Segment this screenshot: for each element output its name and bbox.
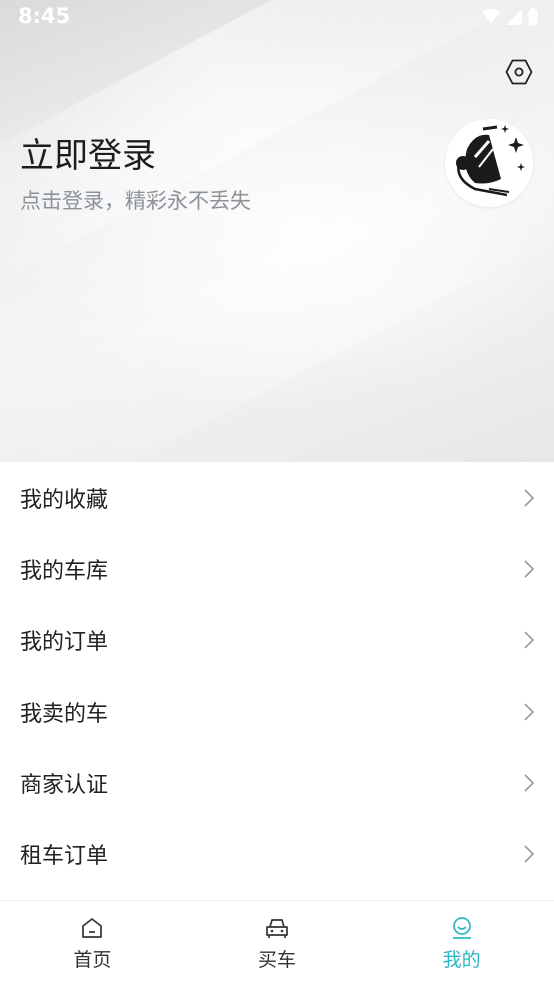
tab-label: 我的	[442, 949, 481, 971]
tab-home[interactable]: 首页	[0, 901, 185, 984]
menu-item-label: 商家认证	[20, 772, 109, 798]
tab-mine[interactable]: 我的	[369, 901, 554, 984]
status-bar: 8:45	[0, 0, 554, 36]
menu-item-merchant-certification[interactable]: 商家认证	[0, 747, 554, 819]
login-subtitle[interactable]: 点击登录，精彩永不丢失	[20, 185, 251, 215]
avatar[interactable]	[445, 119, 533, 207]
menu-item-orders[interactable]: 我的订单	[0, 604, 554, 676]
battery-icon	[528, 8, 538, 26]
login-title[interactable]: 立即登录	[20, 128, 156, 177]
chevron-right-icon	[524, 845, 535, 863]
menu-item-sold-cars[interactable]: 我卖的车	[0, 675, 554, 748]
chevron-right-icon	[524, 774, 535, 792]
chevron-right-icon	[524, 489, 535, 507]
profile-header: 8:45 立即登录 点击登录，精彩永不丢失	[0, 0, 554, 462]
settings-button[interactable]	[503, 56, 535, 88]
menu-item-favorites[interactable]: 我的收藏	[0, 462, 554, 534]
settings-hexagon-icon	[505, 59, 533, 85]
car-icon	[266, 919, 288, 938]
tab-label: 首页	[73, 949, 112, 971]
status-time: 8:45	[18, 4, 71, 28]
profile-menu: 我的收藏 我的车库 我的订单 我卖的车 商家认证 租车订单	[0, 462, 554, 890]
chevron-right-icon	[524, 702, 535, 721]
menu-item-label: 我的订单	[20, 630, 109, 656]
menu-item-label: 我的车库	[20, 558, 109, 584]
tab-buy-car[interactable]: 买车	[185, 901, 370, 984]
chevron-right-icon	[524, 560, 535, 578]
menu-item-label: 我卖的车	[20, 701, 109, 727]
menu-item-label: 我的收藏	[20, 487, 109, 513]
profile-icon	[452, 917, 471, 939]
bottom-tab-bar: 首页 买车 我的	[0, 900, 554, 984]
home-icon	[82, 918, 103, 938]
status-icons	[482, 8, 538, 26]
wifi-icon	[482, 9, 500, 24]
menu-item-rental-orders[interactable]: 租车订单	[0, 818, 554, 890]
menu-item-garage[interactable]: 我的车库	[0, 533, 554, 605]
default-avatar-icon	[445, 119, 533, 207]
signal-icon	[506, 9, 522, 25]
tab-label: 买车	[258, 949, 297, 971]
chevron-right-icon	[524, 631, 535, 649]
menu-item-label: 租车订单	[20, 844, 109, 870]
